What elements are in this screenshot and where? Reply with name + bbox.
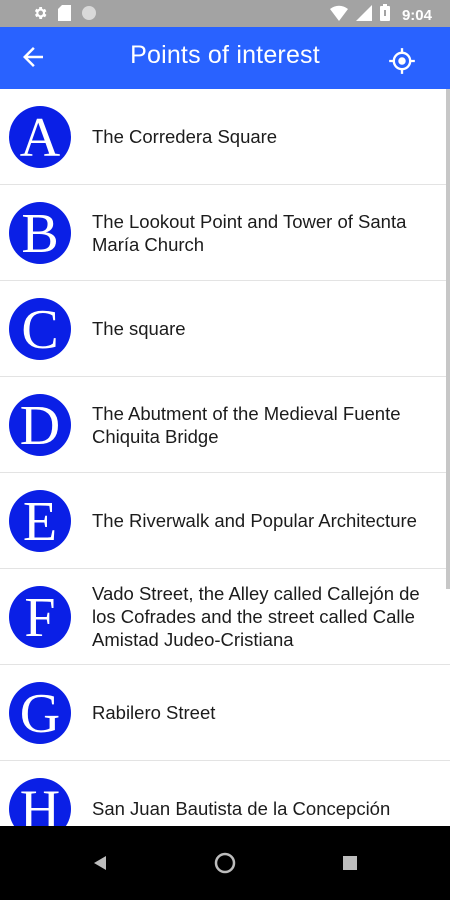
sd-card-icon bbox=[58, 5, 71, 26]
point-name: Rabilero Street bbox=[92, 702, 216, 723]
list-item-h[interactable]: H San Juan Bautista de la Concepción bbox=[0, 761, 450, 826]
points-list[interactable]: A The Corredera Square B The Lookout Poi… bbox=[0, 89, 450, 826]
wifi-icon bbox=[329, 5, 348, 26]
list-item-e[interactable]: E The Riverwalk and Popular Architecture bbox=[0, 473, 450, 569]
letter-badge: A bbox=[9, 106, 71, 168]
my-location-icon[interactable] bbox=[388, 47, 416, 75]
scrollbar[interactable] bbox=[446, 89, 450, 589]
status-bar: 9:04 bbox=[0, 0, 450, 27]
system-nav-bar bbox=[0, 826, 450, 900]
point-name: San Juan Bautista de la Concepción bbox=[92, 798, 391, 819]
point-name: The Lookout Point and Tower of Santa Mar… bbox=[92, 210, 407, 255]
list-item-f[interactable]: F Vado Street, the Alley called Callejón… bbox=[0, 569, 450, 665]
circle-icon bbox=[81, 5, 97, 26]
list-item-b[interactable]: B The Lookout Point and Tower of Santa M… bbox=[0, 185, 450, 281]
list-item-d[interactable]: D The Abutment of the Medieval Fuente Ch… bbox=[0, 377, 450, 473]
point-name: Vado Street, the Alley called Callejón d… bbox=[92, 583, 420, 650]
point-name: The Abutment of the Medieval Fuente Chiq… bbox=[92, 402, 401, 447]
letter-badge: H bbox=[9, 778, 71, 826]
list-item-c[interactable]: C The square bbox=[0, 281, 450, 377]
letter-badge: D bbox=[9, 394, 71, 456]
point-name: The Corredera Square bbox=[92, 126, 278, 147]
list-item-g[interactable]: G Rabilero Street bbox=[0, 665, 450, 761]
battery-icon bbox=[379, 4, 390, 26]
signal-icon bbox=[355, 4, 372, 26]
letter-badge: G bbox=[9, 682, 71, 744]
settings-icon bbox=[32, 5, 48, 26]
clock: 9:04 bbox=[401, 6, 432, 24]
letter-badge: F bbox=[9, 586, 71, 648]
point-name: The Riverwalk and Popular Architecture bbox=[92, 510, 417, 531]
recents-square-icon[interactable] bbox=[320, 826, 380, 900]
letter-badge: C bbox=[9, 298, 71, 360]
point-name: The square bbox=[92, 318, 186, 339]
list-item-a[interactable]: A The Corredera Square bbox=[0, 89, 450, 185]
back-triangle-icon[interactable] bbox=[70, 826, 130, 900]
home-circle-icon[interactable] bbox=[195, 826, 255, 900]
letter-badge: B bbox=[9, 202, 71, 264]
app-bar: Points of interest bbox=[0, 27, 450, 89]
page-title: Points of interest bbox=[130, 41, 320, 69]
letter-badge: E bbox=[9, 490, 71, 552]
